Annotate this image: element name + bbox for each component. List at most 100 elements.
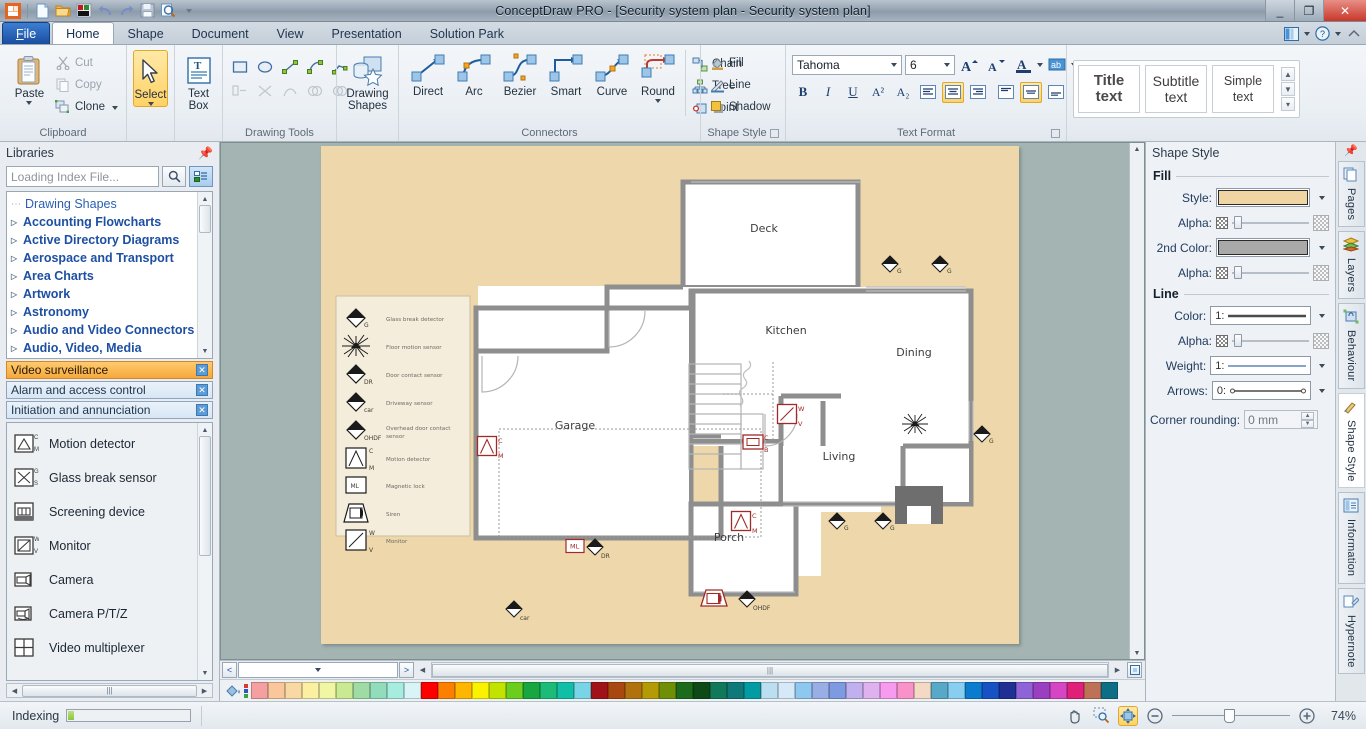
shape-item-screening-device[interactable]: Screening device (11, 495, 197, 529)
line-button[interactable]: Line (707, 74, 753, 96)
palette-swatch-20[interactable] (591, 682, 608, 699)
second-color-swatch[interactable] (1218, 240, 1308, 255)
italic-button[interactable]: I (817, 82, 839, 103)
close-button[interactable]: ✕ (1323, 0, 1366, 21)
canvas-hscroll-right-icon[interactable]: ▶ (1111, 664, 1124, 676)
floor-plan-page[interactable]: Glass break detector G Floor motion sens… (321, 146, 1019, 644)
tab-file[interactable]: File (2, 22, 51, 44)
corner-rounding-input[interactable]: 0 mm ▲ ▼ (1244, 410, 1319, 429)
tree-item-audit-flowcharts[interactable]: ▷Audit Flowcharts (11, 357, 197, 358)
shrink-font-button[interactable]: A (985, 55, 1009, 76)
palette-swatch-29[interactable] (744, 682, 761, 699)
expand-chevron-icon[interactable]: ▷ (11, 218, 20, 227)
palette-swatch-41[interactable] (948, 682, 965, 699)
arrows-select[interactable]: 0: (1211, 381, 1312, 400)
palette-swatch-33[interactable] (812, 682, 829, 699)
palette-swatch-3[interactable] (302, 682, 319, 699)
palette-swatch-15[interactable] (506, 682, 523, 699)
dock-tab-pages[interactable]: Pages (1337, 161, 1365, 228)
expand-chevron-icon[interactable]: ▷ (11, 236, 20, 245)
expand-chevron-icon[interactable]: ▷ (11, 254, 20, 263)
palette-swatch-2[interactable] (285, 682, 302, 699)
close-library-icon[interactable]: ✕ (196, 404, 208, 416)
font-size-select[interactable]: 6 (905, 55, 955, 75)
tree-item-accounting-flowcharts[interactable]: ▷ Accounting Flowcharts (11, 213, 197, 231)
tree-scroll-down-icon[interactable]: ▼ (199, 345, 212, 357)
shapes-hscroll-thumb[interactable]: ||| (22, 684, 197, 697)
clone-chevron-icon[interactable] (112, 105, 118, 110)
palette-swatch-49[interactable] (1084, 682, 1101, 699)
minimize-button[interactable]: _ (1265, 0, 1294, 21)
shape-item-glass-break-sensor[interactable]: GS Glass break sensor (11, 461, 197, 495)
line-weight-chevron-icon[interactable] (1315, 357, 1329, 374)
style-subtitle-text[interactable]: Subtitle text (1145, 65, 1207, 113)
line-alpha-slider[interactable] (1232, 334, 1309, 348)
tree-item-astronomy[interactable]: ▷ Astronomy (11, 303, 197, 321)
connector-bezier-button[interactable]: Bezier (497, 50, 543, 103)
dock-tab-information[interactable]: Information (1337, 492, 1365, 584)
palette-swatch-19[interactable] (574, 682, 591, 699)
style-simple-text[interactable]: Simple text (1212, 65, 1274, 113)
tree-item-artwork[interactable]: ▷ Artwork (11, 285, 197, 303)
subscript-button[interactable]: A₂ (892, 82, 914, 103)
palette-swatch-42[interactable] (965, 682, 982, 699)
print-preview-icon[interactable] (159, 2, 177, 20)
connector-smart-button[interactable]: Smart (543, 50, 589, 103)
highlight-button[interactable]: ab (1046, 55, 1068, 76)
canvas-scroll-up-icon[interactable]: ▲ (1131, 143, 1144, 155)
canvas-hscroll-left-icon[interactable]: ◀ (416, 664, 429, 676)
palette-swatch-27[interactable] (710, 682, 727, 699)
library-tree[interactable]: ⋯ Drawing Shapes ▷ Accounting Flowcharts ▷… (6, 191, 213, 359)
shapes-hscroll-left-icon[interactable]: ◀ (8, 685, 21, 697)
font-color-chevron-icon[interactable] (1037, 63, 1043, 67)
clone-button[interactable]: Clone (53, 96, 120, 118)
palette-swatch-9[interactable] (404, 682, 421, 699)
page-prev-button[interactable]: < (222, 662, 237, 678)
shapes-scroll-down-icon[interactable]: ▼ (199, 667, 212, 679)
library-search-input[interactable]: Loading Index File... (6, 166, 159, 187)
font-size-chevron-icon[interactable] (944, 63, 950, 67)
expand-chevron-icon[interactable]: ▷ (11, 272, 20, 281)
page-selector[interactable] (238, 662, 398, 678)
tree-item-drawing-shapes[interactable]: ⋯ Drawing Shapes (11, 195, 197, 213)
expand-chevron-icon[interactable]: ▷ (11, 308, 20, 317)
search-button[interactable] (162, 166, 186, 187)
fit-to-window-icon[interactable] (1118, 705, 1138, 726)
tab-home[interactable]: Home (52, 22, 114, 44)
restore-button[interactable]: ❐ (1294, 0, 1323, 21)
palette-swatch-8[interactable] (387, 682, 404, 699)
palette-swatch-16[interactable] (523, 682, 540, 699)
styles-scroll-down-icon[interactable]: ▼ (1281, 82, 1295, 96)
paste-chevron-icon[interactable] (26, 101, 33, 105)
drawing-shapes-button[interactable]: Drawing Shapes (343, 50, 392, 112)
line-weight-select[interactable]: 1: (1210, 356, 1312, 375)
palette-swatch-40[interactable] (931, 682, 948, 699)
palette-swatch-28[interactable] (727, 682, 744, 699)
dock-tab-shape-style[interactable]: Shape Style (1337, 392, 1365, 489)
palette-swatch-22[interactable] (625, 682, 642, 699)
dock-tab-hypernote[interactable]: Hypernote (1337, 587, 1365, 675)
valign-top-button[interactable] (995, 82, 1017, 103)
tree-item-aerospace-and-transport[interactable]: ▷ Aerospace and Transport (11, 249, 197, 267)
palette-swatch-5[interactable] (336, 682, 353, 699)
fill-button[interactable]: Fill (707, 52, 746, 74)
second-color-chevron-icon[interactable] (1314, 239, 1329, 256)
fill-style-select[interactable] (1216, 188, 1310, 207)
tree-scrollbar[interactable]: ▲ ▼ (197, 192, 212, 358)
palette-swatch-34[interactable] (829, 682, 846, 699)
window-layout-icon[interactable] (1283, 25, 1300, 42)
customize-qat-icon[interactable] (180, 2, 198, 20)
smooth-shape-icon[interactable] (279, 80, 300, 101)
library-tab-alarm-and-access-control[interactable]: Alarm and access control ✕ (6, 381, 213, 399)
palette-swatch-44[interactable] (999, 682, 1016, 699)
tree-scroll-up-icon[interactable]: ▲ (199, 193, 212, 205)
zoom-slider[interactable] (1172, 708, 1290, 723)
new-document-icon[interactable] (33, 2, 51, 20)
library-tab-initiation-and-annunciation[interactable]: Initiation and annunciation ✕ (6, 401, 213, 419)
connector-round-button[interactable]: Round (635, 50, 681, 103)
line-tool-icon[interactable] (279, 56, 300, 77)
rectangle-tool-icon[interactable] (229, 56, 250, 77)
canvas-horizontal-scrollbar[interactable]: ||| (431, 662, 1109, 678)
align-left-button[interactable] (917, 82, 939, 103)
palette-swatch-17[interactable] (540, 682, 557, 699)
